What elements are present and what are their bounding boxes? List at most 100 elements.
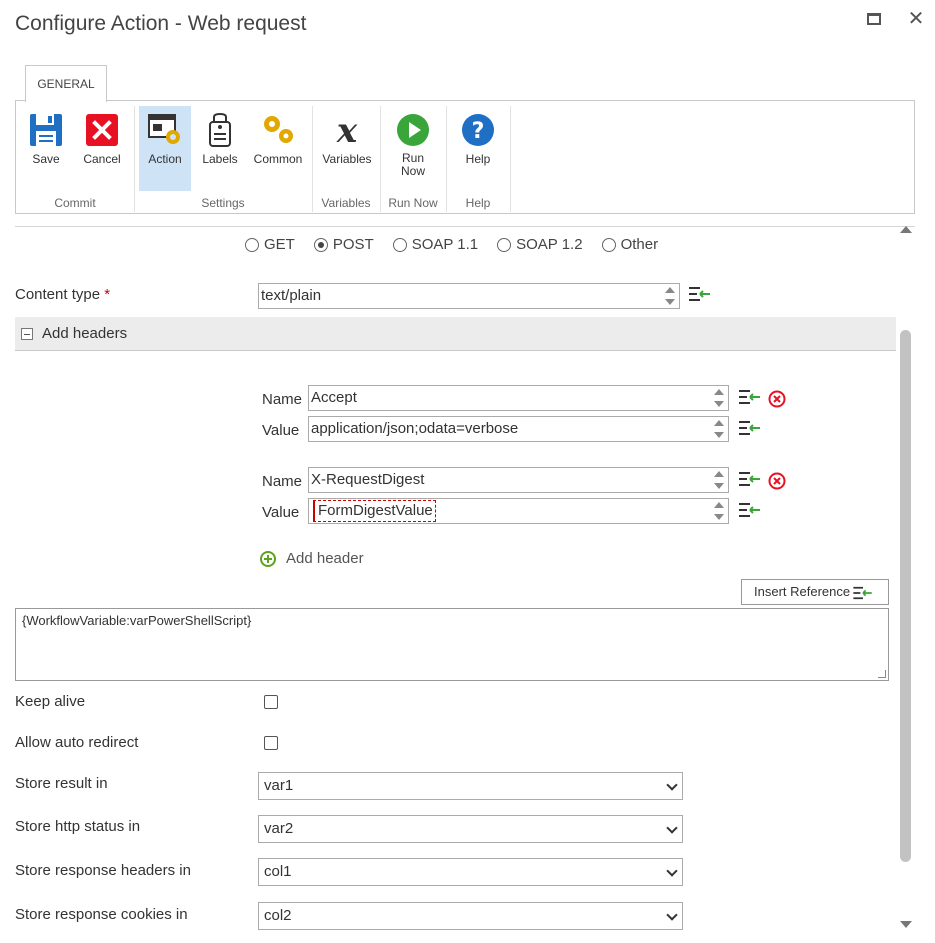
variable-x-icon: x bbox=[329, 111, 365, 151]
help-label: Help bbox=[465, 152, 491, 166]
cancel-button[interactable]: Cancel bbox=[78, 106, 126, 191]
add-header-label: Add header bbox=[286, 550, 364, 567]
spinner-icon[interactable] bbox=[714, 502, 724, 520]
header-name-value: X-RequestDigest bbox=[311, 471, 425, 488]
close-button[interactable]: ✕ bbox=[905, 8, 927, 30]
allow-auto-redirect-checkbox[interactable] bbox=[264, 736, 278, 750]
insert-reference-icon[interactable] bbox=[739, 389, 761, 405]
spinner-icon[interactable] bbox=[714, 471, 724, 489]
help-button[interactable]: ? Help bbox=[454, 106, 502, 191]
ribbon-separator bbox=[510, 106, 511, 212]
method-radio-group: GET POST SOAP 1.1 SOAP 1.2 Other bbox=[245, 236, 658, 253]
variables-label: Variables bbox=[322, 152, 372, 166]
spinner-icon[interactable] bbox=[714, 420, 724, 438]
insert-reference-icon[interactable] bbox=[739, 502, 761, 518]
svg-text:x: x bbox=[336, 112, 358, 148]
store-response-headers-select[interactable]: col1 bbox=[258, 858, 683, 886]
save-button[interactable]: Save bbox=[24, 106, 68, 191]
radio-get-circle[interactable] bbox=[245, 237, 259, 252]
insert-reference-icon[interactable] bbox=[739, 471, 761, 487]
form-digest-token[interactable]: FormDigestValue bbox=[313, 500, 436, 522]
ribbon: Save Cancel Action Labels Common x Varia… bbox=[15, 100, 915, 214]
variables-button[interactable]: x Variables bbox=[317, 106, 377, 191]
group-help: Help bbox=[465, 196, 491, 210]
tag-icon bbox=[202, 112, 238, 148]
action-button[interactable]: Action bbox=[139, 106, 191, 191]
scroll-thumb[interactable] bbox=[900, 330, 911, 862]
scroll-up-arrow-icon[interactable] bbox=[900, 226, 912, 233]
gears-icon bbox=[260, 112, 296, 148]
radio-post[interactable]: POST bbox=[313, 236, 374, 253]
header-name-field[interactable]: Accept bbox=[308, 385, 729, 411]
collapse-icon[interactable] bbox=[21, 328, 33, 340]
cancel-icon bbox=[84, 112, 120, 148]
add-headers-section-header[interactable]: Add headers bbox=[15, 317, 896, 351]
header-value-label: Value bbox=[262, 422, 300, 439]
group-run-now: Run Now bbox=[388, 196, 438, 210]
header-value-field[interactable]: application/json;odata=verbose bbox=[308, 416, 729, 442]
run-now-button[interactable]: Run Now bbox=[388, 106, 438, 191]
add-headers-title: Add headers bbox=[42, 325, 128, 342]
chevron-down-icon bbox=[666, 909, 678, 921]
header-value-label: Value bbox=[262, 504, 300, 521]
content-type-field[interactable]: text/plain bbox=[258, 283, 680, 309]
tab-general[interactable]: GENERAL bbox=[25, 65, 107, 102]
delete-header-icon[interactable] bbox=[768, 390, 786, 408]
keep-alive-checkbox[interactable] bbox=[264, 695, 278, 709]
header-name-label: Name bbox=[262, 473, 303, 490]
radio-post-circle[interactable] bbox=[313, 237, 328, 252]
store-http-status-select[interactable]: var2 bbox=[258, 815, 683, 843]
store-response-cookies-value: col2 bbox=[264, 907, 292, 924]
request-body-text: {WorkflowVariable:varPowerShellScript} bbox=[22, 613, 252, 628]
maximize-button[interactable] bbox=[863, 8, 885, 30]
content-type-value: text/plain bbox=[261, 287, 322, 304]
insert-reference-button[interactable]: Insert Reference bbox=[741, 579, 889, 605]
vertical-scrollbar[interactable] bbox=[899, 226, 913, 936]
chevron-down-icon bbox=[666, 779, 678, 791]
store-result-value: var1 bbox=[264, 777, 294, 794]
radio-other-circle[interactable] bbox=[601, 237, 616, 252]
content-type-label-text: Content type bbox=[15, 286, 101, 303]
close-icon: ✕ bbox=[907, 8, 925, 30]
radio-soap11-circle[interactable] bbox=[392, 237, 407, 252]
radio-get-label: GET bbox=[264, 236, 295, 253]
resize-grip-icon[interactable] bbox=[878, 670, 886, 678]
play-icon bbox=[395, 112, 431, 148]
radio-other[interactable]: Other bbox=[601, 236, 659, 253]
common-button[interactable]: Common bbox=[249, 106, 307, 191]
spinner-icon[interactable] bbox=[665, 287, 675, 305]
help-icon: ? bbox=[460, 112, 496, 148]
store-response-headers-value: col1 bbox=[264, 863, 292, 880]
radio-other-label: Other bbox=[620, 236, 659, 253]
radio-soap12[interactable]: SOAP 1.2 bbox=[497, 236, 583, 253]
store-http-status-label: Store http status in bbox=[15, 818, 141, 835]
header-value-field[interactable]: FormDigestValue bbox=[308, 498, 729, 524]
radio-soap12-label: SOAP 1.2 bbox=[516, 236, 583, 253]
svg-text:?: ? bbox=[472, 119, 485, 144]
group-commit: Commit bbox=[54, 196, 96, 210]
chevron-down-icon bbox=[666, 865, 678, 877]
header-value-value: application/json;odata=verbose bbox=[311, 420, 519, 437]
keep-alive-label: Keep alive bbox=[15, 693, 86, 710]
radio-get[interactable]: GET bbox=[245, 236, 295, 253]
labels-button[interactable]: Labels bbox=[196, 106, 244, 191]
add-header-button[interactable]: Add header bbox=[260, 550, 364, 567]
store-response-cookies-select[interactable]: col2 bbox=[258, 902, 683, 930]
ribbon-divider bbox=[15, 226, 915, 227]
store-result-select[interactable]: var1 bbox=[258, 772, 683, 800]
radio-soap12-circle[interactable] bbox=[497, 237, 512, 252]
save-icon bbox=[28, 112, 64, 148]
radio-soap11[interactable]: SOAP 1.1 bbox=[392, 236, 478, 253]
request-body-textarea[interactable]: {WorkflowVariable:varPowerShellScript} bbox=[15, 608, 889, 681]
store-response-cookies-label: Store response cookies in bbox=[15, 906, 188, 923]
insert-reference-icon bbox=[853, 586, 872, 600]
insert-reference-icon[interactable] bbox=[739, 420, 761, 436]
labels-label: Labels bbox=[202, 152, 238, 166]
insert-reference-icon[interactable] bbox=[689, 286, 711, 302]
scroll-down-arrow-icon[interactable] bbox=[900, 921, 912, 928]
window-title: Configure Action - Web request bbox=[15, 12, 307, 35]
header-name-field[interactable]: X-RequestDigest bbox=[308, 467, 729, 493]
action-label: Action bbox=[148, 152, 182, 166]
delete-header-icon[interactable] bbox=[768, 472, 786, 490]
spinner-icon[interactable] bbox=[714, 389, 724, 407]
